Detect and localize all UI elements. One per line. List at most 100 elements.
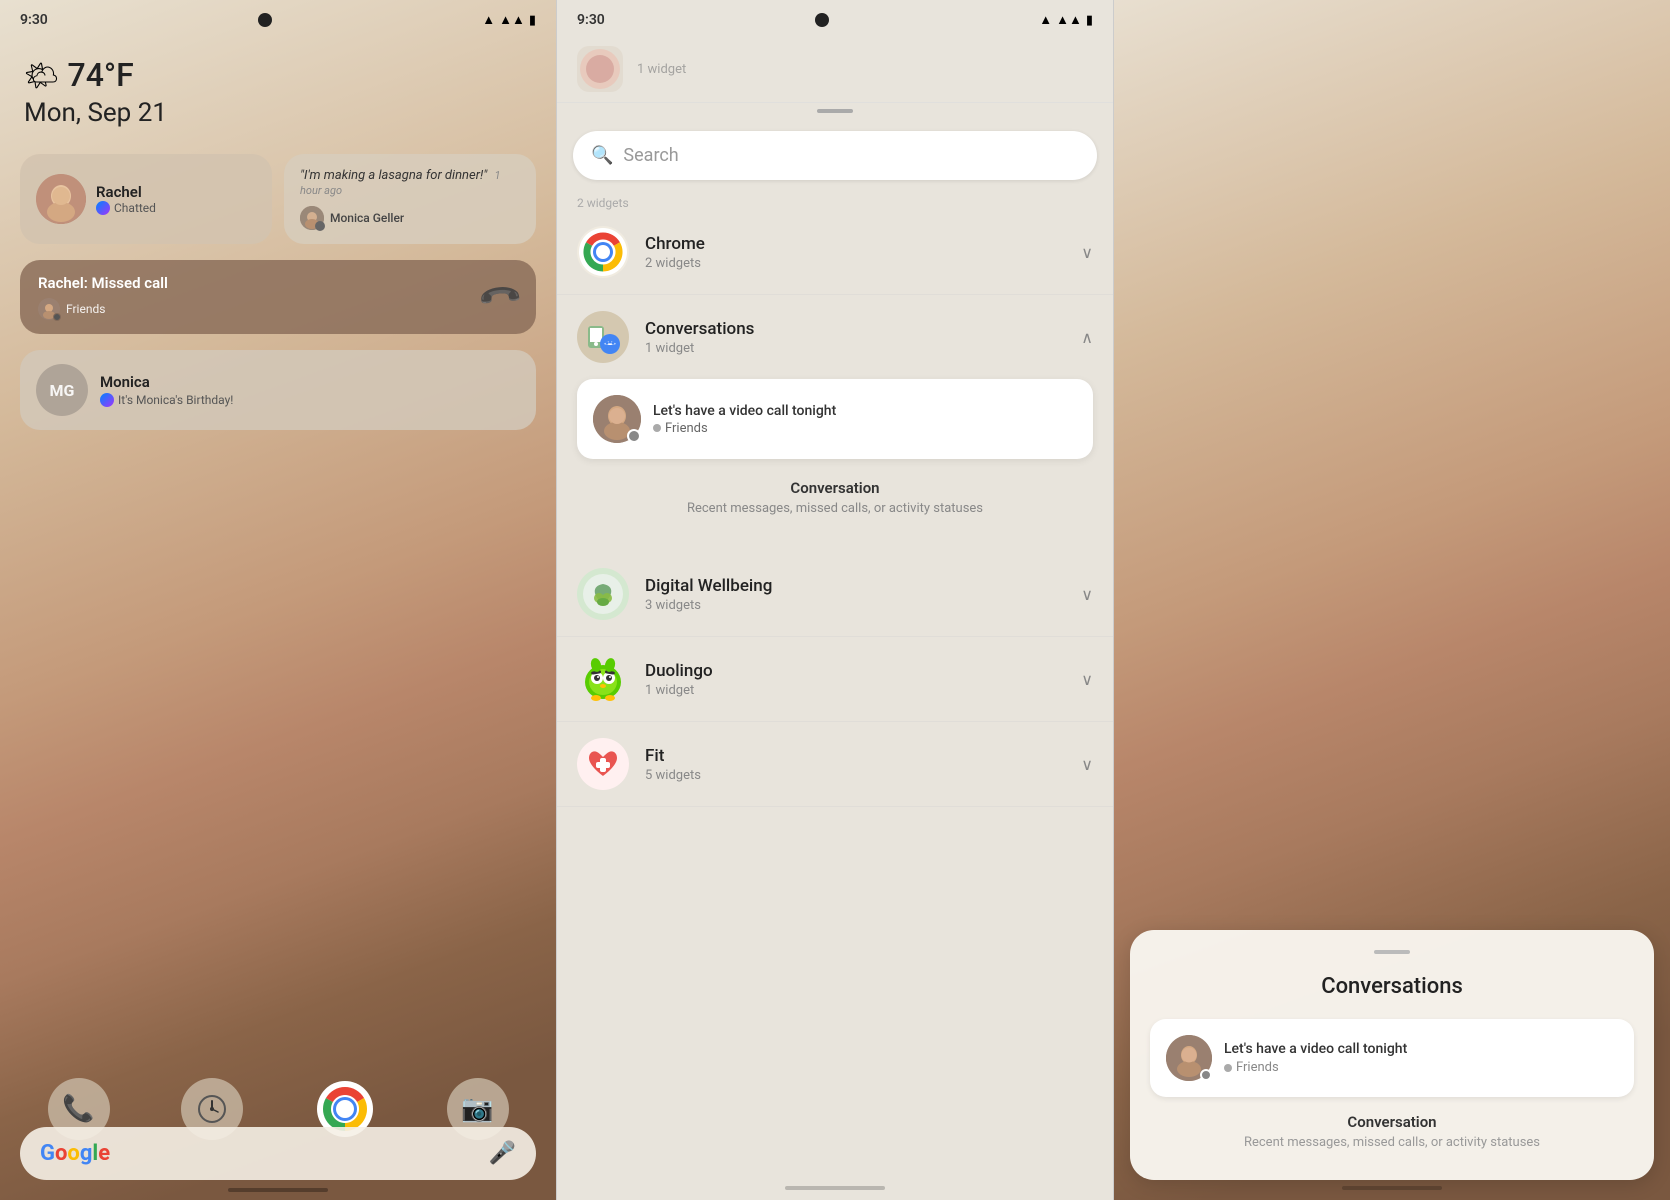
status-bar-2: 9:30 ▲ ▲▲ ▮ [557, 0, 1113, 36]
conversations-widget-count: 1 widget [645, 341, 1065, 356]
mic-icon[interactable]: 🎤 [489, 1141, 516, 1166]
google-logo: Google [40, 1141, 110, 1166]
chrome-list-item[interactable]: Chrome 2 widgets ∨ [557, 210, 1113, 295]
monica-sub: It's Monica's Birthday! [100, 393, 233, 407]
partial-app-item[interactable]: 1 widget [557, 36, 1113, 103]
conv-message-s3: Let's have a video call tonight [1224, 1041, 1618, 1057]
digital-wellbeing-icon [577, 568, 629, 620]
quote-content: "I'm making a lasagna for dinner!" [300, 168, 487, 183]
widget-search-bar[interactable]: 🔍 Search [573, 131, 1097, 180]
conv-text-s3: Let's have a video call tonight Friends [1224, 1041, 1618, 1075]
conversations-chevron-up: ∧ [1081, 328, 1093, 347]
conv-message-preview: Let's have a video call tonight [653, 403, 1077, 419]
conversations-expanded-section: Let's have a video call tonight Friends … [557, 379, 1113, 552]
search-icon: 🔍 [591, 145, 613, 166]
chrome-icon [577, 226, 629, 278]
camera-dot-1 [258, 13, 272, 27]
widget-desc-text: Recent messages, missed calls, or activi… [593, 501, 1077, 516]
widget-desc-s3: Conversation Recent messages, missed cal… [1150, 1113, 1634, 1150]
partial-widget-count: 1 widget [637, 62, 686, 77]
status-time-1: 9:30 [20, 12, 48, 28]
friends-row: Friends [38, 298, 168, 320]
conv-badge-preview [627, 429, 641, 443]
online-indicator [653, 424, 661, 432]
status-time-2: 9:30 [577, 12, 605, 28]
conv-name-preview: Friends [653, 421, 1077, 436]
home-indicator-1 [228, 1188, 328, 1192]
conversations-name: Conversations [645, 319, 1065, 339]
rachel-sub: Chatted [96, 201, 156, 215]
weather-icon: 🌤 [24, 59, 60, 92]
dw-chevron: ∨ [1081, 585, 1093, 604]
home-indicator-3 [1342, 1186, 1442, 1190]
rachel-bubble[interactable]: Rachel Chatted [20, 154, 272, 244]
rachel-subtext: Chatted [114, 201, 156, 215]
missed-call-widget[interactable]: Rachel: Missed call Friends 📞 [20, 260, 536, 334]
monica-avatar-small [300, 206, 324, 230]
duolingo-chevron: ∨ [1081, 670, 1093, 689]
conversation-preview-card[interactable]: Let's have a video call tonight Friends [577, 379, 1093, 459]
fit-item[interactable]: Fit 5 widgets ∨ [557, 722, 1113, 807]
chrome-name: Chrome [645, 234, 1065, 254]
conv-content-preview: Let's have a video call tonight Friends [653, 403, 1077, 436]
chrome-info: Chrome 2 widgets [645, 234, 1065, 271]
rachel-info: Rachel Chatted [96, 183, 156, 215]
sheet-title: Conversations [1150, 974, 1634, 999]
widget-desc-title: Conversation [593, 479, 1077, 497]
quote-bubble[interactable]: "I'm making a lasagna for dinner!" 1 hou… [284, 154, 536, 244]
conv-avatar-s3 [1166, 1035, 1212, 1081]
missed-call-icon: 📞 [477, 273, 525, 321]
conversations-sheet[interactable]: Conversations Let's have a video call to… [1130, 930, 1654, 1180]
widget-description-section: Conversation Recent messages, missed cal… [577, 471, 1093, 532]
fit-info: Fit 5 widgets [645, 746, 1065, 783]
digital-wellbeing-item[interactable]: Digital Wellbeing 3 widgets ∨ [557, 552, 1113, 637]
digital-wellbeing-info: Digital Wellbeing 3 widgets [645, 576, 1065, 613]
monica-name: Monica [100, 373, 233, 391]
friends-label: Friends [66, 302, 105, 316]
messenger-icon-monica [100, 393, 114, 407]
partial-label-2: 2 widgets [557, 192, 1113, 210]
mg-avatar: MG [36, 364, 88, 416]
quote-text: "I'm making a lasagna for dinner!" 1 hou… [300, 168, 520, 198]
messenger-badge [315, 221, 325, 231]
battery-icon-2: ▮ [1086, 13, 1093, 28]
date-text: Mon, Sep 21 [24, 98, 532, 128]
signal-icon-1: ▲▲ [499, 12, 525, 28]
status-icons-2: ▲ ▲▲ ▮ [1039, 12, 1093, 28]
battery-icon-1: ▮ [529, 13, 536, 28]
monica-bubble[interactable]: MG Monica It's Monica's Birthday! [20, 350, 536, 430]
rachel-avatar [36, 174, 86, 224]
temperature-text: 74°F [68, 56, 134, 94]
duolingo-icon [577, 653, 629, 705]
home-indicator-2 [785, 1186, 885, 1190]
camera-dot-2 [815, 13, 829, 27]
quote-sender-name: Monica Geller [330, 211, 404, 225]
signal-icon-2: ▲▲ [1056, 12, 1082, 28]
google-search-bar[interactable]: Google 🎤 [20, 1127, 536, 1180]
conv-contact-name: Friends [665, 421, 708, 436]
conv-card-s3[interactable]: Let's have a video call tonight Friends [1150, 1019, 1634, 1097]
monica-info: Monica It's Monica's Birthday! [100, 373, 233, 407]
conv-message-text-s3: Let's have a video call tonight [1224, 1041, 1407, 1057]
wifi-icon-1: ▲ [482, 12, 495, 28]
duolingo-widget-count: 1 widget [645, 683, 1065, 698]
messenger-icon-rachel [96, 201, 110, 215]
fit-name: Fit [645, 746, 1065, 766]
drag-pill-s3 [1374, 950, 1410, 954]
screen-1: 9:30 ▲ ▲▲ ▮ 🌤 74°F Mon, Sep 21 [0, 0, 556, 1200]
scroll-indicator [557, 103, 1113, 119]
scroll-pill [817, 109, 853, 113]
fit-widget-count: 5 widgets [645, 768, 1065, 783]
friends-avatar [38, 298, 60, 320]
duolingo-name: Duolingo [645, 661, 1065, 681]
wifi-icon-2: ▲ [1039, 12, 1052, 28]
conversations-list-item[interactable]: Conversations 1 widget ∧ [557, 295, 1113, 379]
dw-name: Digital Wellbeing [645, 576, 1065, 596]
duolingo-item[interactable]: Duolingo 1 widget ∨ [557, 637, 1113, 722]
partial-app-icon [577, 46, 623, 92]
chrome-widget-count: 2 widgets [645, 256, 1065, 271]
fit-chevron: ∨ [1081, 755, 1093, 774]
widget-subtitle-s3: Recent messages, missed calls, or activi… [1150, 1135, 1634, 1150]
search-input[interactable]: Search [623, 145, 1079, 166]
weather-section: 🌤 74°F Mon, Sep 21 [0, 36, 556, 138]
